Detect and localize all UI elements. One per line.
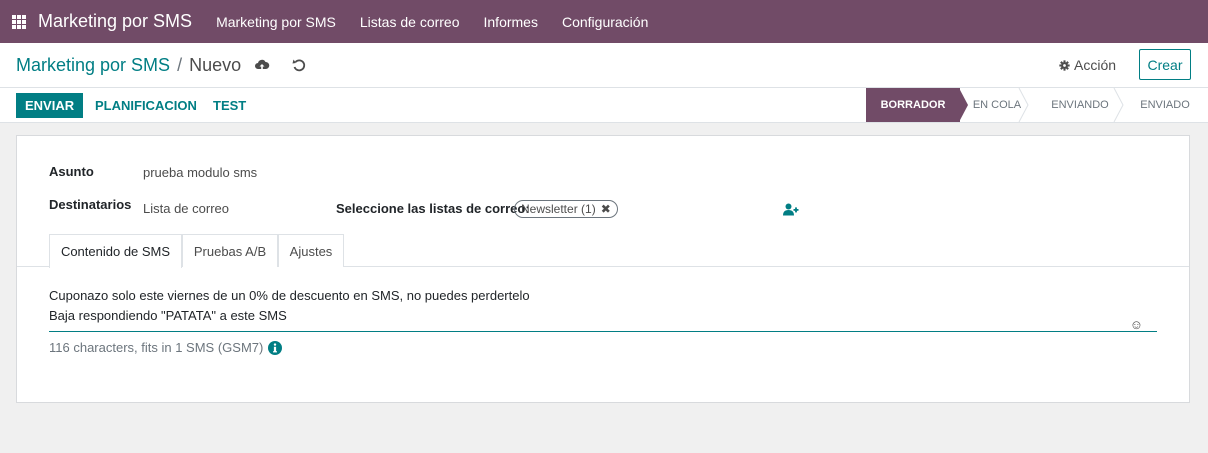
breadcrumb-parent[interactable]: Marketing por SMS <box>16 55 170 76</box>
subject-field[interactable]: prueba modulo sms <box>143 165 257 180</box>
sms-body-line-2: Baja respondiendo "PATATA" a este SMS <box>49 308 287 323</box>
sms-body-line-1: Cuponazo solo este viernes de un 0% de d… <box>49 288 530 303</box>
tab-ab-tests[interactable]: Pruebas A/B <box>182 234 278 267</box>
notebook-tabs: Contenido de SMS Pruebas A/B Ajustes <box>17 234 1189 268</box>
stage-sent[interactable]: ENVIADO <box>1130 88 1200 122</box>
close-icon[interactable]: ✖ <box>601 202 611 216</box>
sms-body-field[interactable]: Cuponazo solo este viernes de un 0% de d… <box>49 286 1157 332</box>
schedule-button[interactable]: PLANIFICACION <box>95 93 197 118</box>
control-panel: Marketing por SMS / Nuevo Acción Crear <box>0 43 1208 88</box>
add-user-icon[interactable] <box>783 203 799 216</box>
breadcrumb-current: Nuevo <box>189 55 242 75</box>
breadcrumb: Marketing por SMS / Nuevo <box>16 55 241 76</box>
test-button[interactable]: TEST <box>213 93 246 118</box>
top-navbar: Marketing por SMS Marketing por SMS List… <box>0 0 1208 43</box>
gear-icon <box>1059 59 1070 71</box>
subject-label: Asunto <box>49 164 94 179</box>
tab-sms-content[interactable]: Contenido de SMS <box>49 234 182 268</box>
stage-draft[interactable]: BORRADOR <box>866 88 960 122</box>
recipients-field[interactable]: Lista de correo <box>143 201 229 216</box>
form-sheet: Asunto prueba modulo sms Destinatarios L… <box>16 135 1190 403</box>
info-icon[interactable] <box>268 340 283 355</box>
tab-settings[interactable]: Ajustes <box>278 234 344 267</box>
sms-counter-text: 116 characters, fits in 1 SMS (GSM7) <box>49 340 264 355</box>
menu-mailing-lists[interactable]: Listas de correo <box>348 14 472 30</box>
mailing-list-tag[interactable]: Newsletter (1) ✖ <box>514 200 618 218</box>
menu-configuration[interactable]: Configuración <box>550 14 660 30</box>
undo-icon[interactable] <box>291 57 307 73</box>
menu-reports[interactable]: Informes <box>472 14 550 30</box>
action-menu-button[interactable]: Acción <box>1059 57 1116 73</box>
create-button[interactable]: Crear <box>1139 49 1191 80</box>
app-brand[interactable]: Marketing por SMS <box>38 11 192 32</box>
action-label: Acción <box>1074 57 1117 73</box>
recipients-label: Destinatarios <box>49 197 132 212</box>
sms-counter: 116 characters, fits in 1 SMS (GSM7) <box>49 340 283 355</box>
apps-grid-icon[interactable] <box>12 14 26 29</box>
status-bar: ENVIAR PLANIFICACION TEST BORRADOR EN CO… <box>0 88 1208 123</box>
mailing-lists-label: Seleccione las listas de correo: <box>336 201 530 216</box>
send-button[interactable]: ENVIAR <box>16 93 84 118</box>
stage-queued[interactable]: EN COLA <box>962 88 1032 122</box>
breadcrumb-separator: / <box>177 55 183 75</box>
emoji-icon[interactable]: ☺ <box>1130 315 1143 335</box>
menu-marketing-sms[interactable]: Marketing por SMS <box>204 14 348 30</box>
stage-sending[interactable]: ENVIANDO <box>1040 88 1120 122</box>
mailing-list-tag-label: Newsletter (1) <box>521 202 596 216</box>
cloud-upload-icon[interactable] <box>254 57 270 73</box>
